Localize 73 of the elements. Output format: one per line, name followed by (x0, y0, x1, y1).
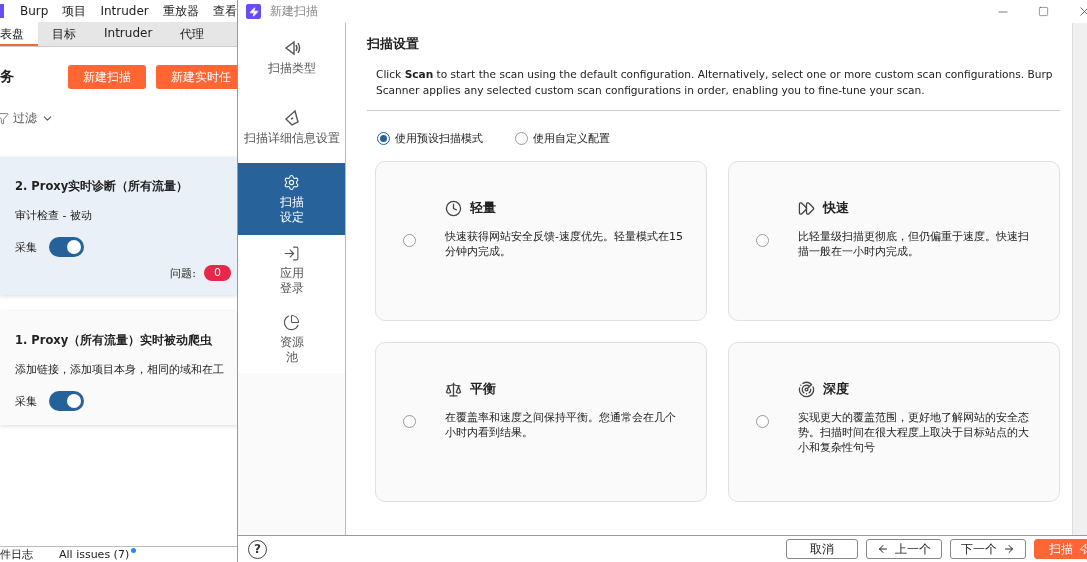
toggle-switch[interactable] (49, 391, 84, 411)
menu-item[interactable]: Burp (20, 4, 49, 18)
next-button[interactable]: 下一个 (950, 539, 1026, 559)
toggle-label: 采集 (15, 393, 37, 409)
preset-card[interactable]: 深度 实现更大的覆盖范围，更好地了解网站的安全态势。扫描时间在很大程度上取决于目标站点的大小和复杂性句号 (728, 342, 1060, 502)
fast-forward-icon (798, 200, 815, 217)
task-card[interactable]: 1. Proxy（所有流量）实时被动爬虫 添加链接，添加项目本身，相同的域和在工 采集 (0, 311, 237, 425)
task-description: 审计检查 - 被动 (15, 208, 93, 223)
issues-label: 问题: (170, 265, 196, 281)
toggle-label: 采集 (15, 239, 37, 255)
preset-title: 轻量 (470, 200, 496, 217)
nav-label: 扫描设定 (278, 194, 305, 225)
mode-option[interactable]: 使用预设扫描模式 (377, 131, 483, 146)
signal-icon (798, 381, 815, 398)
nav-label: 资源池 (278, 334, 305, 365)
task-title: 1. Proxy（所有流量）实时被动爬虫 (15, 333, 214, 348)
help-button[interactable]: ? (248, 539, 267, 559)
toggle-switch[interactable] (49, 237, 84, 257)
section-title: 务 (0, 68, 15, 86)
gear-icon (283, 173, 300, 191)
section-heading: 扫描设置 (367, 35, 420, 53)
preset-description: 快速获得网站安全反馈-速度优先。轻量模式在15分钟内完成。 (445, 229, 684, 259)
back-button[interactable]: 上一个 (866, 539, 942, 559)
mode-option[interactable]: 使用自定义配置 (515, 131, 610, 146)
scale-icon (445, 381, 462, 398)
arrow-right-icon (1003, 543, 1015, 555)
menu-item[interactable]: 查看 (212, 2, 237, 20)
nav-label: 扫描类型 (267, 60, 316, 76)
preset-card[interactable]: 轻量 快速获得网站安全反馈-速度优先。轻量模式在15分钟内完成。 (375, 161, 707, 321)
preset-card[interactable]: 快速 比轻量级扫描更彻底，但仍偏重于速度。快速扫描一般在一小时内完成。 (728, 161, 1060, 321)
window-title: 新建扫描 (270, 4, 318, 19)
radio-button[interactable] (403, 234, 416, 247)
maximize-icon[interactable] (1038, 6, 1049, 17)
nav-label: 扫描详细信息设置 (243, 130, 340, 146)
arrow-left-icon (877, 543, 889, 555)
intro-text: Click Scan to start the scan using the default configuration. Alternatively, select one or more custom scan configurations. Burp Scanner applies any selected custom scan configurations in order, enabling you to fine-tune your scan. (376, 67, 1054, 98)
menu-item[interactable]: 项目 (62, 2, 87, 20)
filter-button[interactable]: 过滤 (0, 107, 237, 129)
preset-description: 实现更大的覆盖范围，更好地了解网站的安全态势。扫描时间在很大程度上取决于目标站点的大小和复杂性句号 (798, 410, 1030, 455)
status-tab[interactable]: All issues (7) (59, 548, 130, 561)
tag-icon (282, 108, 301, 127)
filter-icon (0, 111, 9, 125)
app-logo-icon (0, 4, 4, 18)
radio-button[interactable] (515, 132, 528, 145)
login-icon (283, 245, 300, 262)
radio-button[interactable] (756, 234, 769, 247)
radio-button[interactable] (756, 415, 769, 428)
pie-chart-icon (283, 313, 300, 331)
radio-button[interactable] (403, 415, 416, 428)
issue-count-badge: 0 (204, 265, 231, 281)
cancel-button[interactable]: 取消 (786, 539, 858, 559)
menu-item[interactable]: 重放器 (162, 2, 199, 20)
preset-description: 比轻量级扫描更彻底，但仍偏重于速度。快速扫描一般在一小时内完成。 (798, 229, 1030, 259)
tab[interactable]: 代理 (180, 22, 219, 46)
preset-title: 深度 (823, 381, 849, 398)
tab[interactable]: Intruder (104, 22, 167, 46)
task-description: 添加链接，添加项目本身，相同的域和在工 (15, 362, 225, 377)
menu-item[interactable]: Intruder (100, 4, 149, 18)
preset-description: 在覆盖率和速度之间保持平衡。您通常会在几个小时内看到结果。 (445, 410, 677, 440)
preset-title: 平衡 (470, 381, 496, 398)
tab[interactable]: 表盘 (0, 22, 38, 46)
tab[interactable]: 目标 (52, 22, 90, 46)
clock-icon (445, 200, 462, 217)
nav-label: 应用登录 (278, 266, 305, 296)
radio-button[interactable] (377, 132, 390, 145)
speaker-icon (282, 38, 301, 57)
preset-card[interactable]: 平衡 在覆盖率和速度之间保持平衡。您通常会在几个小时内看到结果。 (375, 342, 707, 502)
preset-title: 快速 (823, 200, 849, 217)
app-icon (246, 4, 261, 19)
nav-item[interactable]: 扫描设定 (238, 163, 345, 235)
task-card[interactable]: 2. Proxy实时诊断（所有流量） 审计检查 - 被动 采集 问题: 0 (0, 157, 237, 295)
task-title: 2. Proxy实时诊断（所有流量） (15, 179, 190, 194)
status-tab[interactable]: 件日志 (0, 547, 33, 562)
